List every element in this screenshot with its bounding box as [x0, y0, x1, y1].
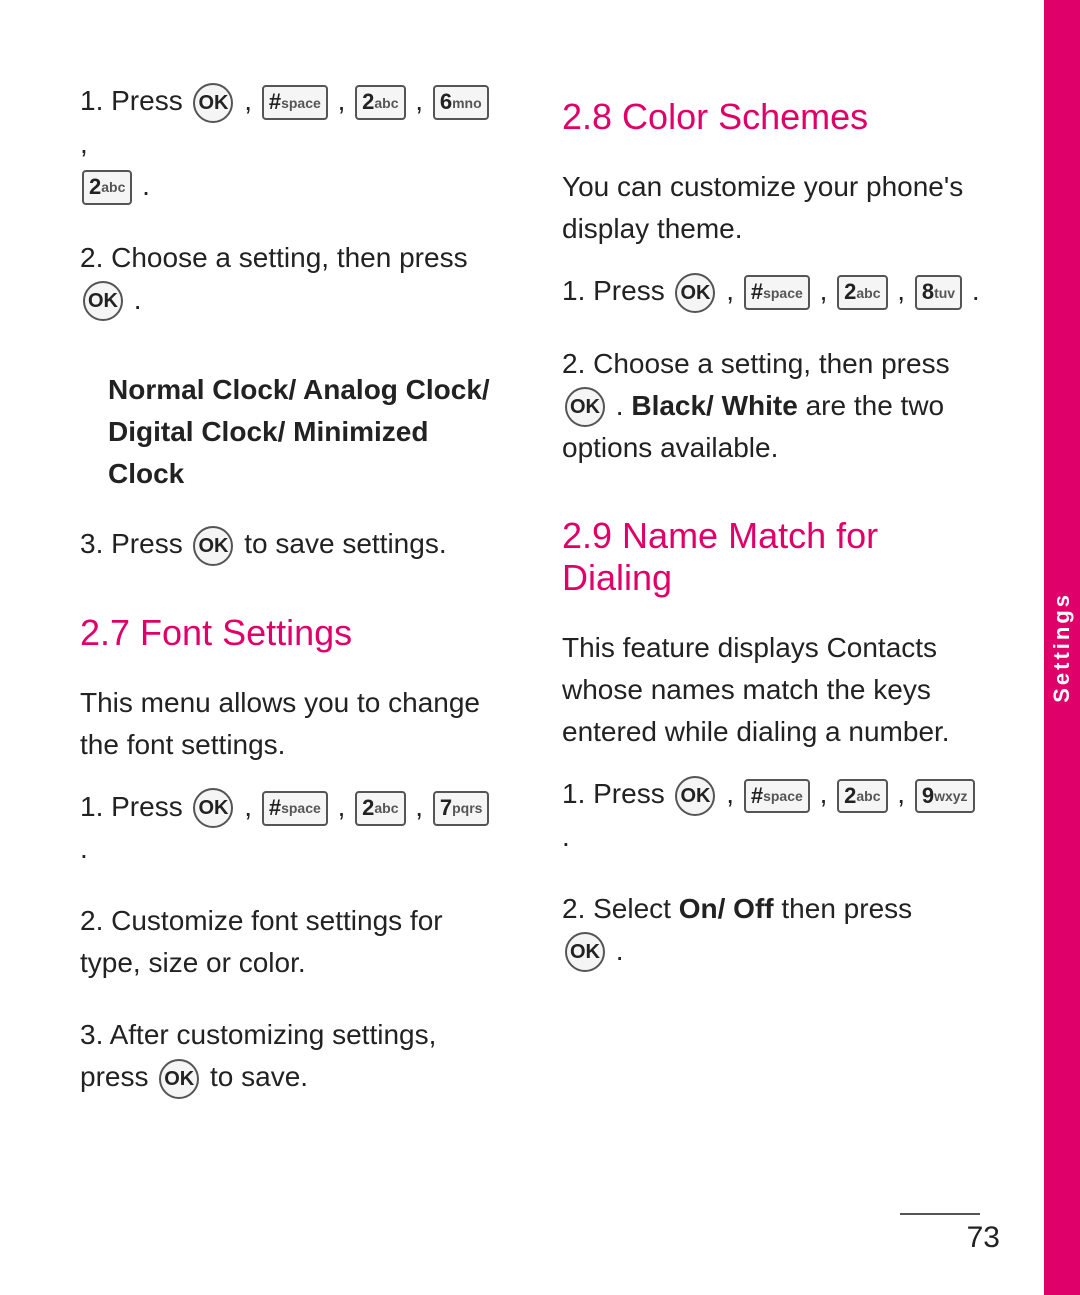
name-step-2-content: 2. Select On/ Off then press OK . — [562, 888, 984, 973]
comma-3: , — [415, 85, 423, 116]
hash-key-font-1: #space — [262, 791, 328, 826]
step-1: 1. Press OK , #space , 2abc , 6mno , 2ab… — [80, 80, 502, 207]
comma-n3: , — [897, 778, 905, 809]
section-28-heading: 2.8 Color Schemes — [562, 96, 984, 138]
name-step-1: 1. Press OK , #space , 2abc , 9wxyz . — [562, 773, 984, 858]
font-step-1: 1. Press OK , #space , 2abc , 7pqrs . — [80, 786, 502, 871]
name-step-2-bold: On/ Off — [679, 893, 774, 924]
clock-note: Normal Clock/ Analog Clock/ Digital Cloc… — [108, 369, 502, 495]
step-2: 2. Choose a setting, then press OK . — [80, 237, 502, 322]
step-2-text: 2. Choose a setting, then press — [80, 242, 468, 273]
period-f1: . — [80, 833, 88, 864]
font-step-2: 2. Customize font settings for type, siz… — [80, 900, 502, 984]
eight-tuv-key-1: 8tuv — [915, 275, 962, 310]
hash-key-name-1: #space — [744, 779, 810, 814]
font-intro: This menu allows you to change the font … — [80, 682, 502, 766]
comma-n2: , — [820, 778, 828, 809]
six-mno-key-1: 6mno — [433, 85, 489, 120]
left-column: 1. Press OK , #space , 2abc , 6mno , 2ab… — [80, 80, 502, 1215]
color-step-1-prefix: 1. Press — [562, 275, 665, 306]
comma-c3: , — [897, 275, 905, 306]
comma-c1: , — [726, 275, 734, 306]
step-3: 3. Press OK to save settings. — [80, 523, 502, 566]
right-column: 2.8 Color Schemes You can customize your… — [562, 80, 984, 1215]
font-step-2-content: 2. Customize font settings for type, siz… — [80, 900, 502, 984]
period-1: . — [142, 170, 150, 201]
step-1-content: 1. Press OK , #space , 2abc , 6mno , 2ab… — [80, 80, 502, 207]
hash-key-1: #space — [262, 85, 328, 120]
step-2-content: 2. Choose a setting, then press OK . — [80, 237, 502, 322]
page-number: 73 — [967, 1221, 1000, 1255]
step-1-prefix: 1. Press — [80, 85, 183, 116]
comma-4: , — [80, 128, 88, 159]
ok-key-2: OK — [83, 281, 123, 321]
color-step-2-prefix: 2. Choose a setting, then press — [562, 348, 950, 379]
name-step-1-prefix: 1. Press — [562, 778, 665, 809]
sidebar-tab: Settings — [1044, 0, 1080, 1295]
font-step-1-content: 1. Press OK , #space , 2abc , 7pqrs . — [80, 786, 502, 871]
name-step-2-middle: then press — [781, 893, 912, 924]
section-27-heading: 2.7 Font Settings — [80, 612, 502, 654]
font-step-3-suffix: to save. — [210, 1061, 308, 1092]
step-3-prefix: 3. Press — [80, 528, 183, 559]
clock-note-text: Normal Clock/ Analog Clock/ Digital Cloc… — [108, 374, 490, 489]
ok-key-3: OK — [193, 526, 233, 566]
color-step-2: 2. Choose a setting, then press OK . Bla… — [562, 343, 984, 470]
period-n1: . — [562, 821, 570, 852]
color-step-1: 1. Press OK , #space , 2abc , 8tuv . — [562, 270, 984, 313]
comma-c2: , — [820, 275, 828, 306]
comma-2: , — [338, 85, 346, 116]
font-step-3-content: 3. After customizing settings, press OK … — [80, 1014, 502, 1099]
two-abc-key-extra: 2abc — [82, 170, 132, 205]
comma-1: , — [244, 85, 252, 116]
color-step-2-content: 2. Choose a setting, then press OK . Bla… — [562, 343, 984, 470]
comma-f2: , — [338, 791, 346, 822]
page-divider — [900, 1213, 980, 1215]
comma-f3: , — [415, 791, 423, 822]
seven-pqrs-key-1: 7pqrs — [433, 791, 490, 826]
ok-key-1: OK — [193, 83, 233, 123]
step-3-suffix: to save settings. — [244, 528, 446, 559]
step-3-content: 3. Press OK to save settings. — [80, 523, 502, 566]
two-abc-key-color-1: 2abc — [837, 275, 887, 310]
font-step-1-prefix: 1. Press — [80, 791, 183, 822]
nine-wxyz-key-1: 9wxyz — [915, 779, 975, 814]
font-step-3: 3. After customizing settings, press OK … — [80, 1014, 502, 1099]
color-step-1-content: 1. Press OK , #space , 2abc , 8tuv . — [562, 270, 984, 313]
two-abc-key-1: 2abc — [355, 85, 405, 120]
two-abc-key-name-1: 2abc — [837, 779, 887, 814]
name-intro: This feature displays Contacts whose nam… — [562, 627, 984, 753]
ok-key-name-1: OK — [675, 776, 715, 816]
name-step-2: 2. Select On/ Off then press OK . — [562, 888, 984, 973]
hash-key-color-1: #space — [744, 275, 810, 310]
comma-n1: , — [726, 778, 734, 809]
ok-key-name-2: OK — [565, 932, 605, 972]
ok-key-color-1: OK — [675, 273, 715, 313]
page-container: 1. Press OK , #space , 2abc , 6mno , 2ab… — [0, 0, 1080, 1295]
color-intro: You can customize your phone's display t… — [562, 166, 984, 250]
period-n2: . — [616, 935, 624, 966]
period-c1: . — [972, 275, 980, 306]
period-2: . — [134, 284, 142, 315]
ok-key-font-3: OK — [159, 1059, 199, 1099]
section-29-heading: 2.9 Name Match for Dialing — [562, 515, 984, 599]
name-step-1-content: 1. Press OK , #space , 2abc , 9wxyz . — [562, 773, 984, 858]
sidebar-tab-text: Settings — [1049, 592, 1075, 703]
content-area: 1. Press OK , #space , 2abc , 6mno , 2ab… — [0, 0, 1044, 1295]
two-abc-key-font-1: 2abc — [355, 791, 405, 826]
color-step-2-middle: . Black/ White are the two options avail… — [562, 390, 944, 464]
comma-f1: , — [244, 791, 252, 822]
name-step-2-prefix: 2. Select — [562, 893, 671, 924]
ok-key-font-1: OK — [193, 788, 233, 828]
ok-key-color-2: OK — [565, 387, 605, 427]
